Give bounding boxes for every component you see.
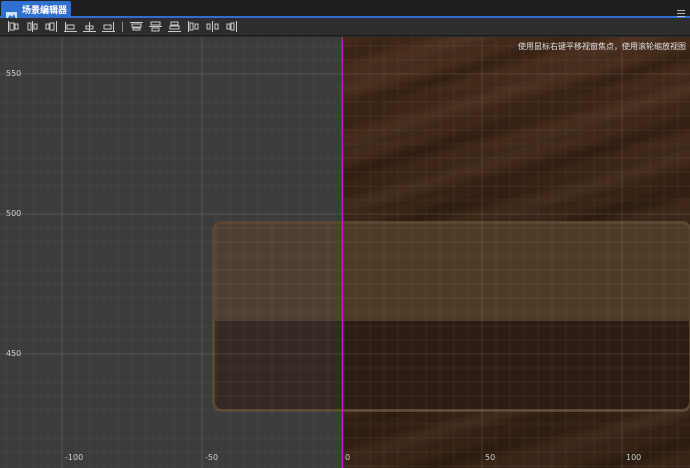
scene-grid [0, 37, 690, 468]
toolbar-separator [122, 21, 123, 32]
tab-label: 场景编辑器 [22, 6, 68, 16]
align-hcenter-icon[interactable] [25, 20, 40, 33]
align-left-icon[interactable] [6, 20, 21, 33]
tab-bar: 场景编辑器 [0, 0, 690, 20]
align-top-icon[interactable] [129, 20, 144, 33]
align-right-icon[interactable] [44, 20, 59, 33]
scene-viewport[interactable]: 550 500 450 -100 -50 0 50 100 使用鼠标右键平移视窗… [0, 37, 690, 468]
align-bottom-left-icon[interactable] [63, 20, 78, 33]
y-label-500: 500 [6, 209, 22, 218]
x-label-neg50: -50 [205, 453, 219, 462]
distribute-right-icon[interactable] [224, 20, 239, 33]
tab-scene-editor[interactable]: 场景编辑器 [1, 1, 71, 20]
y-axis-origin-line [342, 37, 343, 468]
align-bottom-icon[interactable] [167, 20, 182, 33]
x-label-0: 0 [345, 453, 351, 462]
viewport-hint-text: 使用鼠标右键平移视窗焦点，使用滚轮缩放视图 [518, 42, 686, 51]
x-label-neg100: -100 [65, 453, 84, 462]
align-bottom-center-icon[interactable] [82, 20, 97, 33]
x-label-100: 100 [626, 453, 642, 462]
scene-editor-icon [6, 5, 17, 20]
distribute-left-icon[interactable] [186, 20, 201, 33]
align-toolbar [0, 18, 690, 36]
distribute-hcenter-icon[interactable] [205, 20, 220, 33]
align-bottom-right-icon[interactable] [101, 20, 116, 33]
align-vmiddle-icon[interactable] [148, 20, 163, 33]
y-label-550: 550 [6, 69, 22, 78]
y-label-450: 450 [6, 349, 22, 358]
x-label-50: 50 [485, 453, 496, 462]
menu-icon[interactable] [676, 3, 686, 17]
